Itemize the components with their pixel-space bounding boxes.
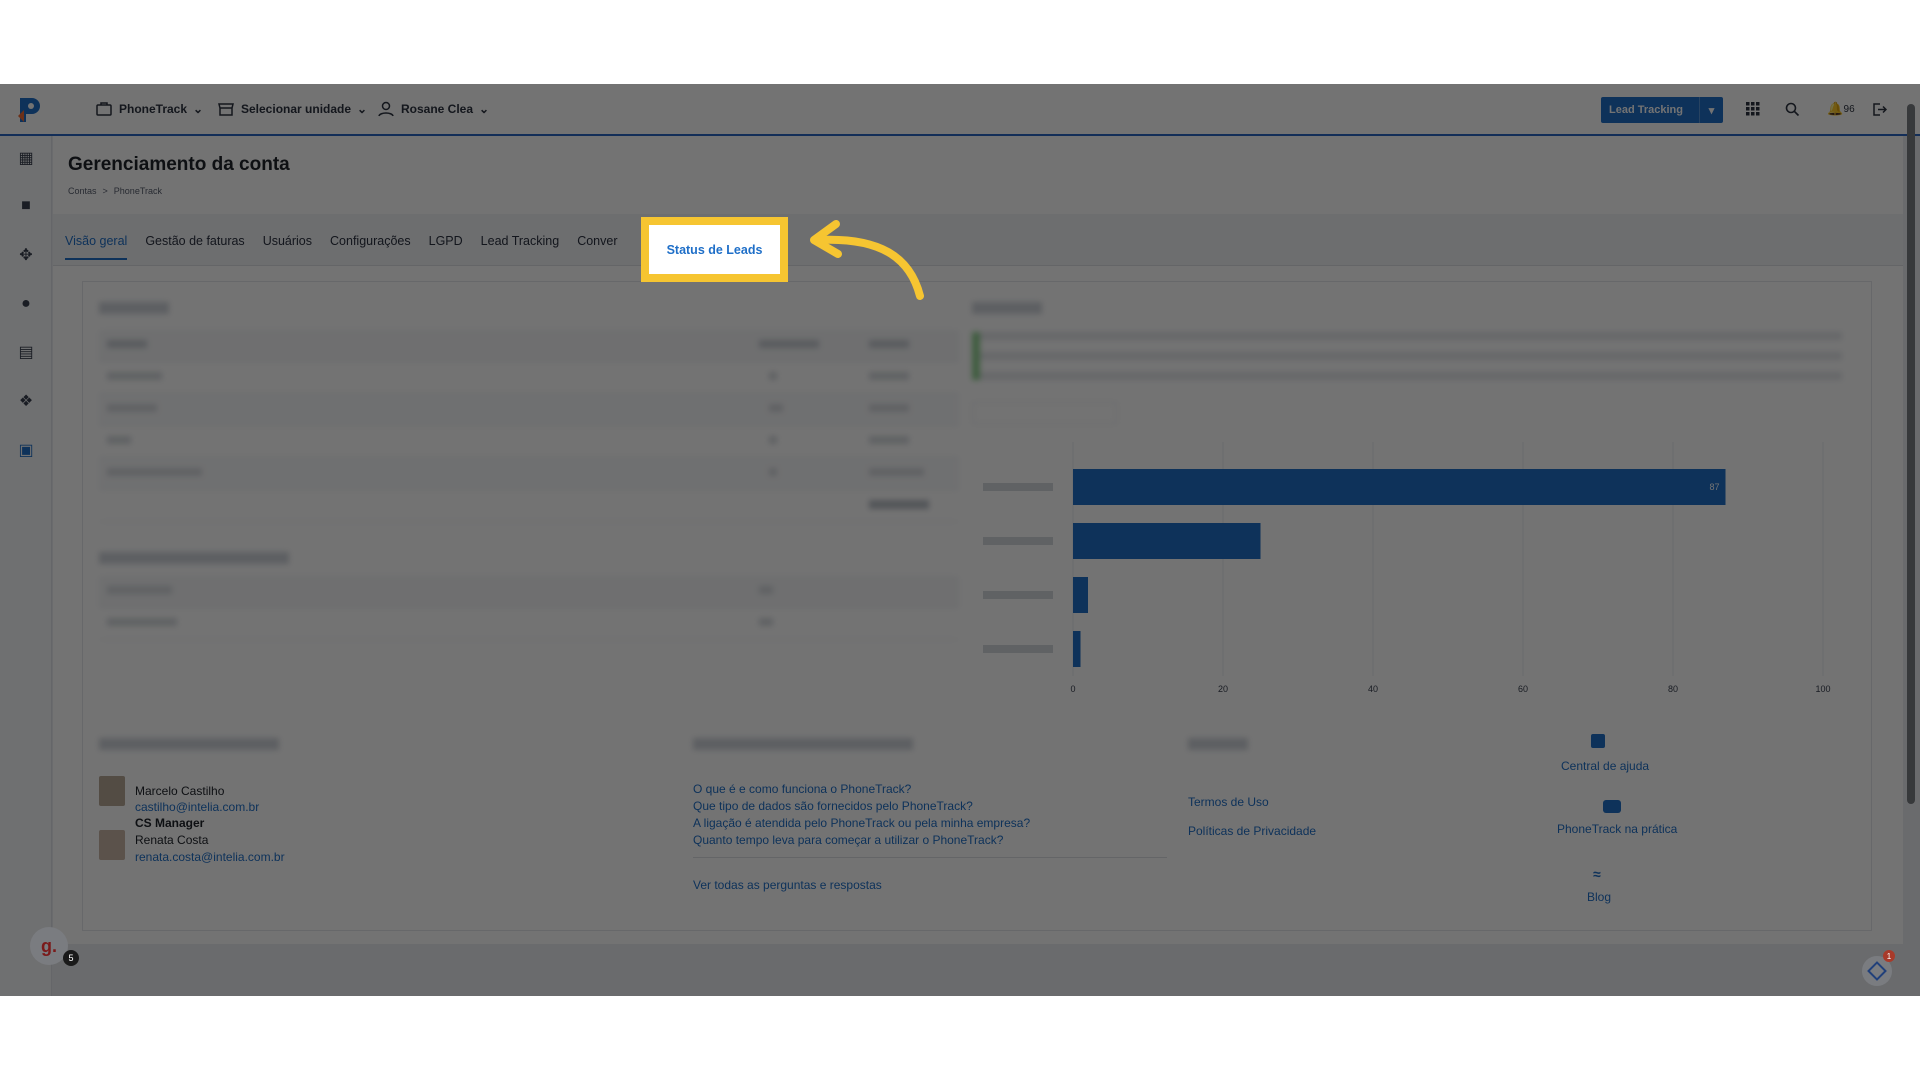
- x-tick-label: 60: [1518, 684, 1528, 692]
- book-icon: [1591, 734, 1605, 748]
- breadcrumb-separator: >: [102, 186, 108, 196]
- lead-tracking-button[interactable]: Lead Tracking ▾: [1601, 97, 1723, 123]
- policies-title: [1188, 738, 1248, 750]
- chat-badge: 1: [1883, 950, 1895, 962]
- sidebar: ▦ ■ ✥ ● ▤ ❖ ▣: [0, 136, 52, 996]
- store-icon[interactable]: ▣: [16, 440, 36, 460]
- category-label-blurred: [983, 537, 1053, 545]
- user-icon: [378, 101, 394, 117]
- widget-badge: 5: [63, 950, 79, 966]
- category-label-blurred: [983, 591, 1053, 599]
- faq-see-all-link[interactable]: Ver todas as perguntas e respostas: [693, 878, 882, 892]
- document-icon[interactable]: ■: [16, 196, 36, 216]
- faq-question-3[interactable]: A ligação é atendida pelo PhoneTrack ou …: [693, 816, 1030, 830]
- app-window: PhoneTrack ⌄ Selecionar unidade ⌄ Rosane…: [0, 84, 1920, 996]
- avatar: [99, 830, 125, 860]
- pointer-arrow-icon: [810, 220, 924, 300]
- category-label-blurred: [983, 483, 1053, 491]
- page-title: Gerenciamento da conta: [68, 154, 290, 175]
- overview-panel: 0 20 40 60 80 100 87 Marcelo Castilho castilho…: [82, 281, 1872, 931]
- rss-icon: ≈: [1593, 866, 1601, 882]
- tab-conversoes[interactable]: Conver: [577, 234, 617, 260]
- scrollbar[interactable]: [1907, 104, 1915, 804]
- chat-icon: [1867, 961, 1887, 981]
- account-label: PhoneTrack: [119, 102, 188, 116]
- user-label: Rosane Clea: [401, 102, 474, 116]
- tab-lead-tracking[interactable]: Lead Tracking: [481, 234, 560, 260]
- phonetrack-practice-link[interactable]: PhoneTrack na prática: [1557, 822, 1677, 836]
- reports-icon[interactable]: ▤: [16, 342, 36, 362]
- tab-status-de-leads[interactable]: Status de Leads: [649, 225, 780, 274]
- tabs-bar: Visão geral Gestão de faturas Usuários C…: [53, 214, 1903, 266]
- help-center-link[interactable]: Central de ajuda: [1561, 759, 1649, 773]
- person1-email[interactable]: castilho@intelia.com.br: [135, 800, 259, 814]
- x-tick-label: 40: [1368, 684, 1378, 692]
- caret-down-icon[interactable]: ▾: [1699, 97, 1723, 123]
- category-label-blurred: [983, 645, 1053, 653]
- faq-question-4[interactable]: Quanto tempo leva para começar a utiliza…: [693, 833, 1003, 847]
- bell-icon: 🔔: [1827, 101, 1844, 116]
- building-icon[interactable]: ▦: [16, 148, 36, 168]
- tab-lgpd[interactable]: LGPD: [429, 234, 463, 260]
- move-icon[interactable]: ✥: [16, 245, 36, 265]
- chevron-down-icon: ⌄: [357, 102, 368, 116]
- top-bar: PhoneTrack ⌄ Selecionar unidade ⌄ Rosane…: [0, 84, 1920, 136]
- unit-selector[interactable]: Selecionar unidade ⌄: [217, 100, 367, 118]
- phonetrack-logo[interactable]: [14, 94, 44, 124]
- main-content: Gerenciamento da conta Contas > PhoneTra…: [53, 136, 1903, 944]
- faq-question-1[interactable]: O que é e como funciona o PhoneTrack?: [693, 782, 911, 796]
- account-selector[interactable]: PhoneTrack ⌄: [95, 100, 203, 118]
- chart-bar[interactable]: [1073, 577, 1088, 613]
- person2-role: CS Manager: [135, 816, 205, 830]
- tab-gestao-faturas[interactable]: Gestão de faturas: [145, 234, 244, 260]
- apps-grid-icon[interactable]: [1742, 98, 1764, 120]
- person1-name: Marcelo Castilho: [135, 784, 225, 798]
- users-icon[interactable]: ●: [16, 294, 36, 314]
- person2-email[interactable]: renata.costa@intelia.com.br: [135, 850, 285, 864]
- user-selector[interactable]: Rosane Clea ⌄: [377, 100, 489, 118]
- notifications-count: 96: [1843, 103, 1855, 115]
- x-tick-label: 100: [1815, 684, 1830, 692]
- store-icon: [218, 103, 234, 116]
- x-tick-label: 0: [1070, 684, 1075, 692]
- chart-bar[interactable]: [1073, 469, 1726, 505]
- notifications-button[interactable]: 🔔 96: [1823, 98, 1859, 120]
- blog-link[interactable]: Blog: [1587, 890, 1611, 904]
- faq-title: [693, 738, 913, 750]
- x-tick-label: 20: [1218, 684, 1228, 692]
- bar-data-label: 87: [1709, 482, 1719, 492]
- unit-label: Selecionar unidade: [241, 102, 352, 116]
- logout-icon[interactable]: [1868, 98, 1890, 120]
- chevron-down-icon: ⌄: [479, 102, 490, 116]
- terms-link[interactable]: Termos de Uso: [1188, 795, 1269, 809]
- puzzle-icon[interactable]: ❖: [16, 391, 36, 411]
- tab-visao-geral[interactable]: Visão geral: [65, 234, 128, 260]
- privacy-link[interactable]: Políticas de Privacidade: [1188, 824, 1316, 838]
- breadcrumb: Contas > PhoneTrack: [68, 186, 162, 196]
- responsible-title: [99, 738, 279, 750]
- chart-bar[interactable]: [1073, 631, 1081, 667]
- lead-tracking-label: Lead Tracking: [1609, 104, 1683, 116]
- faq-question-2[interactable]: Que tipo de dados são fornecidos pelo Ph…: [693, 799, 973, 813]
- chevron-down-icon: ⌄: [193, 102, 204, 116]
- breadcrumb-contas[interactable]: Contas: [68, 186, 97, 196]
- video-icon: [1603, 800, 1621, 813]
- search-icon[interactable]: [1781, 98, 1803, 120]
- x-tick-label: 80: [1668, 684, 1678, 692]
- tab-usuarios[interactable]: Usuários: [263, 234, 312, 260]
- tab-configuracoes[interactable]: Configurações: [330, 234, 411, 260]
- breadcrumb-phonetrack: PhoneTrack: [113, 186, 162, 196]
- leads-bar-chart: 0 20 40 60 80 100 87: [983, 442, 1831, 692]
- tab-status-de-leads-highlight: Status de Leads: [641, 217, 788, 282]
- briefcase-icon: [96, 102, 112, 116]
- chart-bar[interactable]: [1073, 523, 1261, 559]
- divider: [693, 857, 1167, 858]
- avatar: [99, 776, 125, 806]
- person2-name: Renata Costa: [135, 833, 209, 847]
